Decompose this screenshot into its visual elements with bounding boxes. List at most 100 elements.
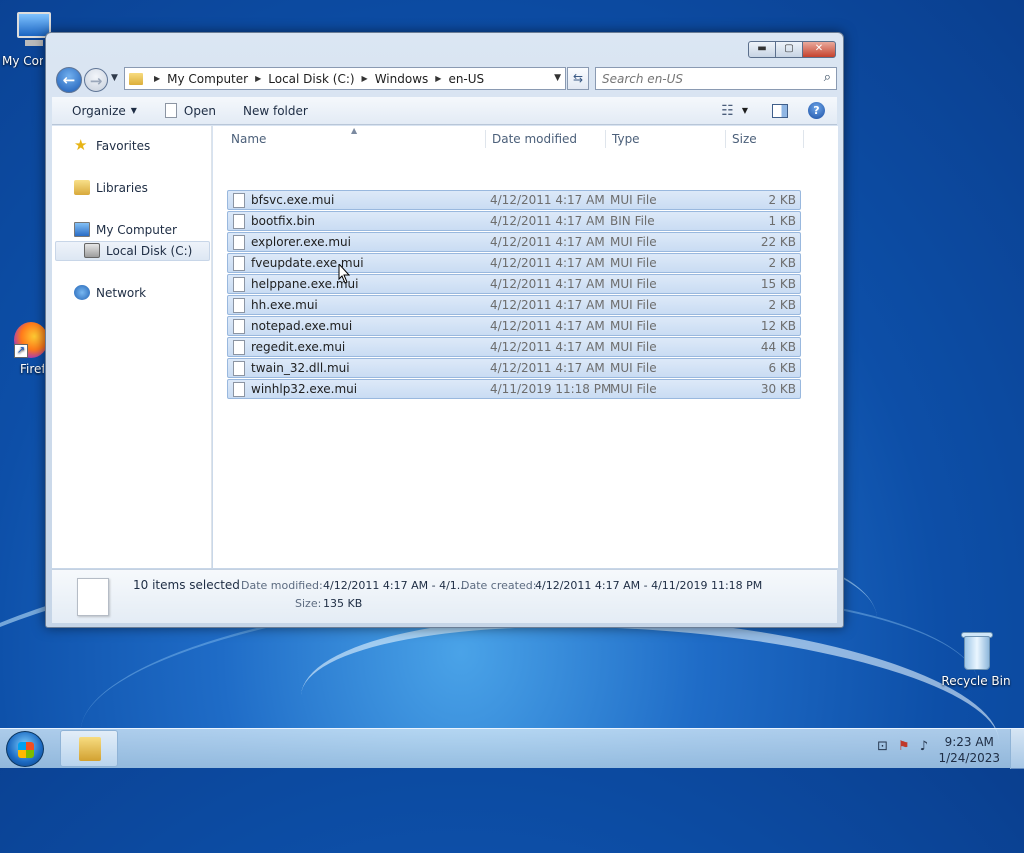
column-divider[interactable]: [803, 130, 804, 148]
file-row[interactable]: twain_32.dll.mui 4/12/2011 4:17 AM MUI F…: [227, 358, 801, 378]
file-icon: [233, 193, 245, 208]
new-folder-button[interactable]: New folder: [243, 104, 308, 118]
file-row[interactable]: regedit.exe.mui 4/12/2011 4:17 AM MUI Fi…: [227, 337, 801, 357]
nav-item-network[interactable]: Network: [74, 285, 146, 300]
sort-ascending-icon: ▲: [351, 126, 358, 135]
clock[interactable]: 9:23 AM 1/24/2023: [938, 734, 1000, 766]
taskbar: ⊡ ⚑ ♪ 9:23 AM 1/24/2023: [0, 728, 1024, 769]
nav-item-favorites[interactable]: ★ Favorites: [74, 138, 150, 153]
close-button[interactable]: ✕: [802, 41, 836, 58]
windows-logo-icon: [18, 742, 34, 758]
file-name: winhlp32.exe.mui: [251, 382, 358, 396]
file-row[interactable]: helppane.exe.mui 4/12/2011 4:17 AM MUI F…: [227, 274, 801, 294]
file-size: 44 KB: [760, 340, 796, 354]
file-icon: [164, 103, 177, 118]
minimize-button[interactable]: ▬: [748, 41, 776, 58]
file-size: 30 KB: [760, 382, 796, 396]
taskbar-explorer-button[interactable]: [60, 730, 118, 767]
breadcrumb-my-computer[interactable]: My Computer: [167, 72, 248, 86]
file-row[interactable]: winhlp32.exe.mui 4/11/2019 11:18 PM MUI …: [227, 379, 801, 399]
address-bar[interactable]: ▶ My Computer ▶ Local Disk (C:) ▶ Window…: [124, 67, 566, 90]
file-icon: [233, 340, 245, 355]
clock-date: 1/24/2023: [938, 751, 1000, 765]
file-date: 4/12/2011 4:17 AM: [490, 277, 605, 291]
address-dropdown-icon[interactable]: ▼: [554, 73, 561, 83]
search-input[interactable]: [596, 68, 806, 89]
file-row[interactable]: fveupdate.exe.mui 4/12/2011 4:17 AM MUI …: [227, 253, 801, 273]
file-icon: [233, 298, 245, 313]
column-divider[interactable]: [605, 130, 606, 148]
date-created-label: Date created:: [461, 579, 537, 592]
file-name: explorer.exe.mui: [251, 235, 351, 249]
file-thumbnail-icon: [77, 578, 109, 616]
recent-pages-dropdown[interactable]: ▼: [111, 73, 118, 83]
explorer-window: ▬ ▢ ✕ ← → ▼ ▶ My Computer ▶ Local Disk (…: [45, 32, 844, 628]
file-name: notepad.exe.mui: [251, 319, 353, 333]
file-date: 4/12/2011 4:17 AM: [490, 361, 605, 375]
network-tray-icon[interactable]: ⊡: [877, 739, 888, 754]
size-value: 135 KB: [323, 597, 363, 610]
column-header-type[interactable]: Type: [612, 126, 640, 152]
desktop-icon-recycle-bin[interactable]: Recycle Bin: [940, 630, 1012, 688]
date-modified-value: 4/12/2011 4:17 AM - 4/1...: [323, 579, 468, 592]
breadcrumb-arrow-icon[interactable]: ▶: [154, 74, 160, 83]
search-box[interactable]: ⌕: [595, 67, 837, 90]
file-size: 2 KB: [768, 256, 796, 270]
preview-pane-icon[interactable]: [772, 103, 788, 118]
breadcrumb-arrow-icon[interactable]: ▶: [435, 74, 441, 83]
file-date: 4/12/2011 4:17 AM: [490, 298, 605, 312]
breadcrumb-windows[interactable]: Windows: [375, 72, 429, 86]
star-icon: ★: [74, 136, 88, 154]
breadcrumb-arrow-icon[interactable]: ▶: [362, 74, 368, 83]
chevron-down-icon[interactable]: ▼: [742, 106, 748, 115]
file-size: 6 KB: [768, 361, 796, 375]
file-name: twain_32.dll.mui: [251, 361, 350, 375]
breadcrumb-local-disk[interactable]: Local Disk (C:): [268, 72, 354, 86]
file-row[interactable]: hh.exe.mui 4/12/2011 4:17 AM MUI File 2 …: [227, 295, 801, 315]
desktop-icon-label: My Computer: [2, 54, 43, 68]
file-row[interactable]: bfsvc.exe.mui 4/12/2011 4:17 AM MUI File…: [227, 190, 801, 210]
show-desktop-button[interactable]: [1010, 729, 1024, 769]
nav-label: Libraries: [96, 180, 148, 195]
caption-buttons: ▬ ▢ ✕: [748, 41, 836, 58]
file-row[interactable]: bootfix.bin 4/12/2011 4:17 AM BIN File 1…: [227, 211, 801, 231]
file-date: 4/12/2011 4:17 AM: [490, 235, 605, 249]
file-icon: [233, 235, 245, 250]
open-button[interactable]: Open: [164, 103, 216, 118]
nav-item-libraries[interactable]: Libraries: [74, 180, 148, 195]
date-modified-label: Date modified:: [241, 579, 323, 592]
forward-button[interactable]: →: [84, 68, 108, 92]
file-icon: [233, 319, 245, 334]
column-header-date[interactable]: Date modified: [492, 126, 577, 152]
column-divider[interactable]: [485, 130, 486, 148]
nav-item-local-disk[interactable]: Local Disk (C:): [84, 243, 192, 258]
desktop-icon-label: Recycle Bin: [941, 674, 1011, 688]
new-folder-label: New folder: [242, 103, 308, 118]
file-name: bfsvc.exe.mui: [251, 193, 335, 207]
refresh-button[interactable]: ⇆: [567, 67, 589, 90]
file-size: 15 KB: [760, 277, 796, 291]
column-header-name[interactable]: Name: [231, 126, 266, 152]
search-icon[interactable]: ⌕: [824, 70, 831, 85]
column-header-size[interactable]: Size: [732, 126, 757, 152]
breadcrumb-en-us[interactable]: en-US: [448, 72, 484, 86]
change-view-icon[interactable]: ☷: [721, 103, 734, 119]
file-icon: [233, 277, 245, 292]
back-button[interactable]: ←: [56, 67, 82, 93]
start-button[interactable]: [6, 731, 44, 767]
action-center-icon[interactable]: ⚑: [898, 739, 910, 754]
size-label: Size:: [295, 597, 322, 610]
open-label: Open: [183, 103, 216, 118]
column-divider[interactable]: [725, 130, 726, 148]
nav-item-my-computer[interactable]: My Computer: [74, 222, 177, 237]
volume-icon[interactable]: ♪: [920, 739, 928, 754]
nav-label: Local Disk (C:): [106, 243, 193, 258]
organize-button[interactable]: Organize ▼: [72, 104, 137, 118]
file-row[interactable]: explorer.exe.mui 4/12/2011 4:17 AM MUI F…: [227, 232, 801, 252]
breadcrumb-arrow-icon[interactable]: ▶: [255, 74, 261, 83]
file-row[interactable]: notepad.exe.mui 4/12/2011 4:17 AM MUI Fi…: [227, 316, 801, 336]
help-icon[interactable]: ?: [808, 102, 825, 119]
forward-arrow-icon: →: [89, 72, 103, 90]
system-tray: ⊡ ⚑ ♪: [877, 739, 928, 754]
maximize-button[interactable]: ▢: [775, 41, 803, 58]
